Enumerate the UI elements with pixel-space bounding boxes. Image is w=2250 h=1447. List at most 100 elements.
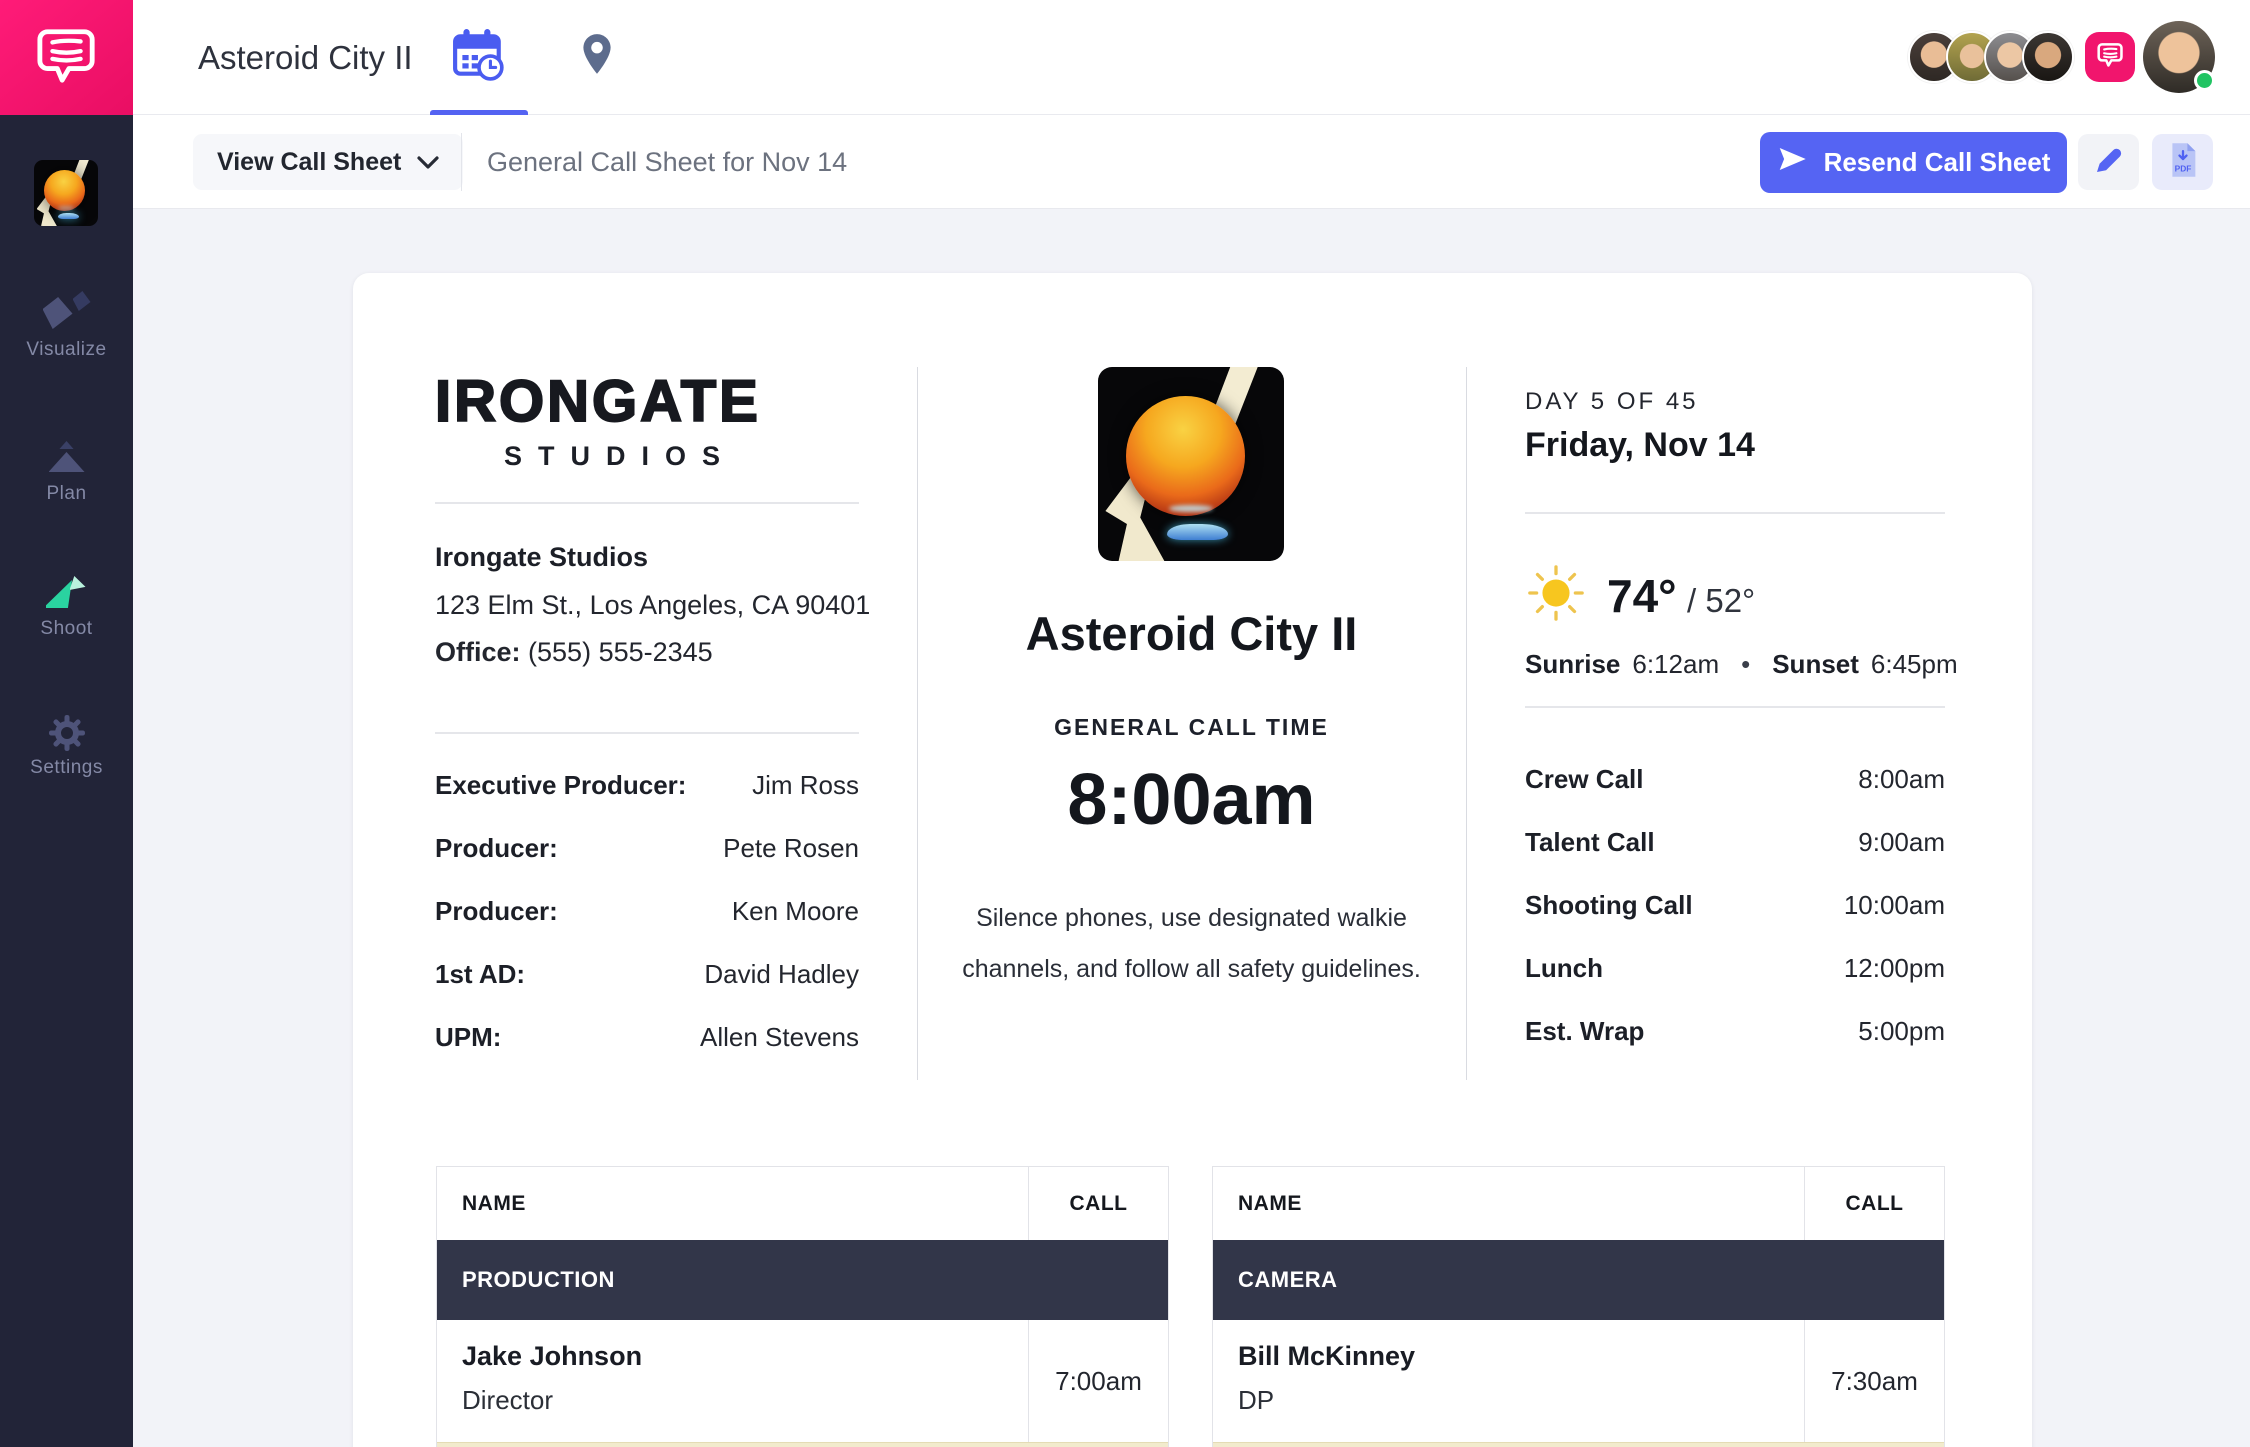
comments-button[interactable] [2085, 32, 2135, 82]
office-label: Office: [435, 637, 521, 667]
schedule-row: Est. Wrap 5:00pm [1525, 1016, 1945, 1079]
call-sheet-document: IRONGATE STUDIOS Irongate Studios 123 El… [353, 273, 2032, 1447]
general-call-time-label: GENERAL CALL TIME [917, 714, 1466, 741]
sidebar-item-label: Shoot [0, 618, 133, 640]
table-header: NAME CALL [1213, 1167, 1944, 1240]
calendar-clock-icon [452, 28, 506, 87]
project-poster [1098, 367, 1284, 561]
crew-name: Bill McKinney [1238, 1341, 1779, 1372]
sidebar-item-plan[interactable]: Plan [0, 441, 133, 505]
shoot-day-label: DAY 5 OF 45 [1525, 388, 1945, 416]
active-tab-indicator [430, 110, 528, 115]
office-phone: (555) 555-2345 [528, 637, 713, 667]
schedule-times-list: Crew Call 8:00am Talent Call 9:00am Shoo… [1525, 764, 1945, 1079]
studio-logo-text: IRONGATE [435, 368, 791, 435]
sidebar-item-label: Settings [0, 757, 133, 779]
shoot-date: Friday, Nov 14 [1525, 426, 1945, 465]
contact-row: UPM: Allen Stevens [435, 1022, 859, 1085]
toolbar-divider [461, 133, 462, 191]
schedule-row: Talent Call 9:00am [1525, 827, 1945, 890]
dropdown-label: View Call Sheet [217, 148, 401, 177]
sunrise-time: 6:12am [1632, 649, 1719, 680]
sunrise-sunset-row: Sunrise 6:12am • Sunset 6:45pm [1525, 649, 1945, 680]
speech-bubble-icon [36, 24, 98, 91]
call-column-header: CALL [1804, 1167, 1944, 1240]
general-call-time: 8:00am [917, 759, 1466, 841]
name-column-header: NAME [1213, 1167, 1804, 1240]
shoot-icon [46, 573, 88, 609]
sidebar-item-label: Visualize [0, 339, 133, 361]
column-divider [1466, 367, 1467, 1080]
divider [1525, 706, 1945, 708]
contact-row: Producer: Pete Rosen [435, 833, 859, 896]
studio-office-phone: Office: (555) 555-2345 [435, 637, 713, 668]
resend-call-sheet-button[interactable]: Resend Call Sheet [1760, 132, 2067, 193]
schedule-row: Lunch 12:00pm [1525, 953, 1945, 1016]
poster-planet [44, 170, 85, 211]
name-column-header: NAME [437, 1167, 1028, 1240]
divider [435, 732, 859, 734]
plan-icon [47, 441, 87, 473]
sidebar-item-shoot[interactable]: Shoot [0, 573, 133, 640]
call-sheet-toolbar: View Call Sheet General Call Sheet for N… [133, 115, 2250, 209]
table-header: NAME CALL [437, 1167, 1168, 1240]
weather-row: 74° / 52° [1525, 562, 1945, 629]
sidebar-item-label: Plan [0, 483, 133, 505]
poster-car [58, 213, 79, 218]
sheet-title: General Call Sheet for Nov 14 [487, 115, 847, 209]
table-row: Bill McKinney DP 7:30am [1213, 1320, 1944, 1442]
sidebar-item-settings[interactable]: Settings [0, 713, 133, 779]
resend-label: Resend Call Sheet [1824, 147, 2051, 178]
crew-role: DP [1238, 1385, 1779, 1416]
sunrise-label: Sunrise [1525, 649, 1620, 680]
edit-call-sheet-button[interactable] [2078, 134, 2139, 190]
key-contacts-list: Executive Producer: Jim Ross Producer: P… [435, 770, 859, 1085]
studio-name: Irongate Studios [435, 542, 648, 573]
department-band: CAMERA [1213, 1240, 1944, 1320]
contact-row: Executive Producer: Jim Ross [435, 770, 859, 833]
contact-row: Producer: Ken Moore [435, 896, 859, 959]
project-thumbnail[interactable] [34, 160, 98, 226]
studio-address: 123 Elm St., Los Angeles, CA 90401 [435, 590, 870, 621]
crew-table-production: NAME CALL PRODUCTION Jake Johnson Direct… [436, 1166, 1169, 1447]
svg-text:PDF: PDF [2174, 163, 2191, 173]
app-logo[interactable] [0, 0, 133, 115]
project-title: Asteroid City II [198, 0, 413, 115]
department-band: PRODUCTION [437, 1240, 1168, 1320]
production-title: Asteroid City II [917, 606, 1466, 661]
visualize-icon [43, 291, 91, 331]
crew-role: Director [462, 1385, 1003, 1416]
sunset-time: 6:45pm [1871, 649, 1958, 680]
temp-low: / 52° [1687, 582, 1755, 619]
pdf-download-icon: PDF [2168, 142, 2198, 183]
studio-logo-subtext: STUDIOS [435, 441, 797, 472]
table-row: Jake Johnson Director 7:00am [437, 1320, 1168, 1442]
schedule-row: Crew Call 8:00am [1525, 764, 1945, 827]
main-content: IRONGATE STUDIOS Irongate Studios 123 El… [133, 209, 2250, 1447]
top-nav: Asteroid City II [0, 0, 2250, 115]
tab-call-sheet[interactable] [430, 0, 528, 115]
divider [1525, 512, 1945, 514]
contact-row: 1st AD: David Hadley [435, 959, 859, 1022]
location-pin-icon [580, 32, 614, 83]
crew-call-time: 7:30am [1804, 1320, 1944, 1442]
call-column-header: CALL [1028, 1167, 1168, 1240]
divider [435, 502, 859, 504]
crew-name: Jake Johnson [462, 1341, 1003, 1372]
team-avatar[interactable] [2022, 31, 2074, 83]
pencil-icon [2093, 144, 2125, 181]
sun-icon [1525, 562, 1587, 629]
next-section-edge [437, 1442, 1168, 1447]
next-section-edge [1213, 1442, 1944, 1447]
sunset-label: Sunset [1772, 649, 1859, 680]
tab-locations[interactable] [548, 0, 646, 115]
poster-planet [1126, 396, 1245, 516]
chevron-down-icon [417, 148, 439, 177]
sidebar-item-visualize[interactable]: Visualize [0, 291, 133, 361]
safety-notes: Silence phones, use designated walkie ch… [917, 893, 1466, 995]
view-call-sheet-dropdown[interactable]: View Call Sheet [193, 134, 463, 190]
sidebar: Visualize Plan Shoot [0, 115, 133, 1447]
poster-car [1167, 524, 1228, 540]
crew-table-camera: NAME CALL CAMERA Bill McKinney DP 7:30am [1212, 1166, 1945, 1447]
download-pdf-button[interactable]: PDF [2152, 134, 2213, 190]
